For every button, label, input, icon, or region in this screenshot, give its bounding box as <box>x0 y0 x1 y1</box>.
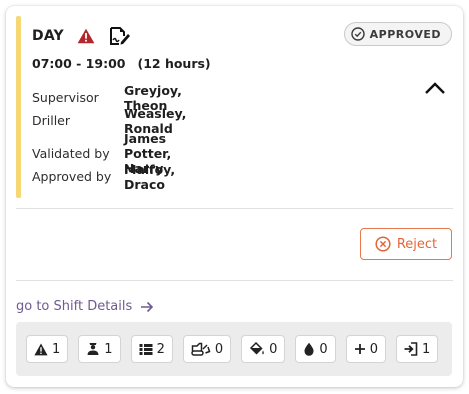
shift-title: DAY <box>32 28 64 44</box>
collapse-button[interactable] <box>423 78 447 98</box>
shift-details-label: go to Shift Details <box>16 299 133 314</box>
warning-icon <box>34 343 48 355</box>
logins-counter[interactable]: 1 <box>395 335 439 363</box>
divider <box>16 280 453 281</box>
check-circle-icon <box>350 27 365 41</box>
warning-icon <box>77 28 95 44</box>
plus-icon <box>354 344 365 354</box>
drill-rig-icon <box>191 342 211 356</box>
x-circle-icon <box>375 236 391 252</box>
chevron-up-icon <box>425 82 445 94</box>
validated-label: Validated by <box>32 146 110 161</box>
status-badge: APPROVED <box>343 22 452 46</box>
supervisor-row: Supervisor Greyjoy, Theon <box>32 83 182 113</box>
counter-value: 0 <box>214 341 224 357</box>
approved-label: Approved by <box>32 169 112 184</box>
driller-label: Driller <box>32 113 71 128</box>
list-icon <box>139 343 153 355</box>
additions-counter[interactable]: 0 <box>345 335 386 363</box>
counter-bar: 1 1 2 0 0 0 0 1 <box>16 322 452 376</box>
tasks-counter[interactable]: 2 <box>130 335 173 363</box>
shift-details-link[interactable]: go to Shift Details <box>16 299 154 314</box>
person-icon <box>87 343 99 355</box>
driller-row: Driller Weasley, Ronald <box>32 106 186 136</box>
approved-name: Malfoy, Draco <box>124 161 176 192</box>
shift-card: DAY APPROVED 07:00 - 19:00 (12 hours) Su… <box>6 6 463 387</box>
time-range: 07:00 - 19:00 <box>32 56 126 71</box>
counter-value: 1 <box>421 341 431 357</box>
arrow-right-icon <box>141 301 154 312</box>
shift-time: 07:00 - 19:00 (12 hours) <box>32 56 211 71</box>
counter-value: 1 <box>52 341 61 357</box>
counter-value: 0 <box>269 341 278 357</box>
reject-label: Reject <box>396 236 438 252</box>
shift-duration: (12 hours) <box>137 56 211 71</box>
warnings-counter[interactable]: 1 <box>26 335 69 363</box>
status-text: APPROVED <box>369 27 441 41</box>
approved-row: Approved by Malfoy, Draco <box>32 162 175 192</box>
personnel-counter[interactable]: 1 <box>78 335 121 363</box>
materials-counter[interactable]: 0 <box>241 335 286 363</box>
shift-header: DAY <box>32 27 130 45</box>
sign-in-icon <box>404 342 418 356</box>
counter-value: 1 <box>104 341 113 357</box>
supervisor-label: Supervisor <box>32 90 99 105</box>
shift-accent-bar <box>16 16 21 198</box>
crew-fields: Supervisor Greyjoy, Theon Driller Weasle… <box>32 83 186 136</box>
divider <box>16 208 453 209</box>
signed-document-icon[interactable] <box>109 27 130 45</box>
equipment-counter[interactable]: 0 <box>182 335 232 363</box>
paint-bucket-icon <box>250 342 264 355</box>
approval-fields: Validated by James Potter, Harry Approve… <box>32 131 175 192</box>
reject-button[interactable]: Reject <box>360 228 452 260</box>
counter-value: 0 <box>369 341 378 357</box>
counter-value: 0 <box>319 341 328 357</box>
water-counter[interactable]: 0 <box>295 335 336 363</box>
validated-row: Validated by James Potter, Harry <box>32 131 171 176</box>
water-drop-icon <box>304 342 314 356</box>
counter-value: 2 <box>156 341 165 357</box>
